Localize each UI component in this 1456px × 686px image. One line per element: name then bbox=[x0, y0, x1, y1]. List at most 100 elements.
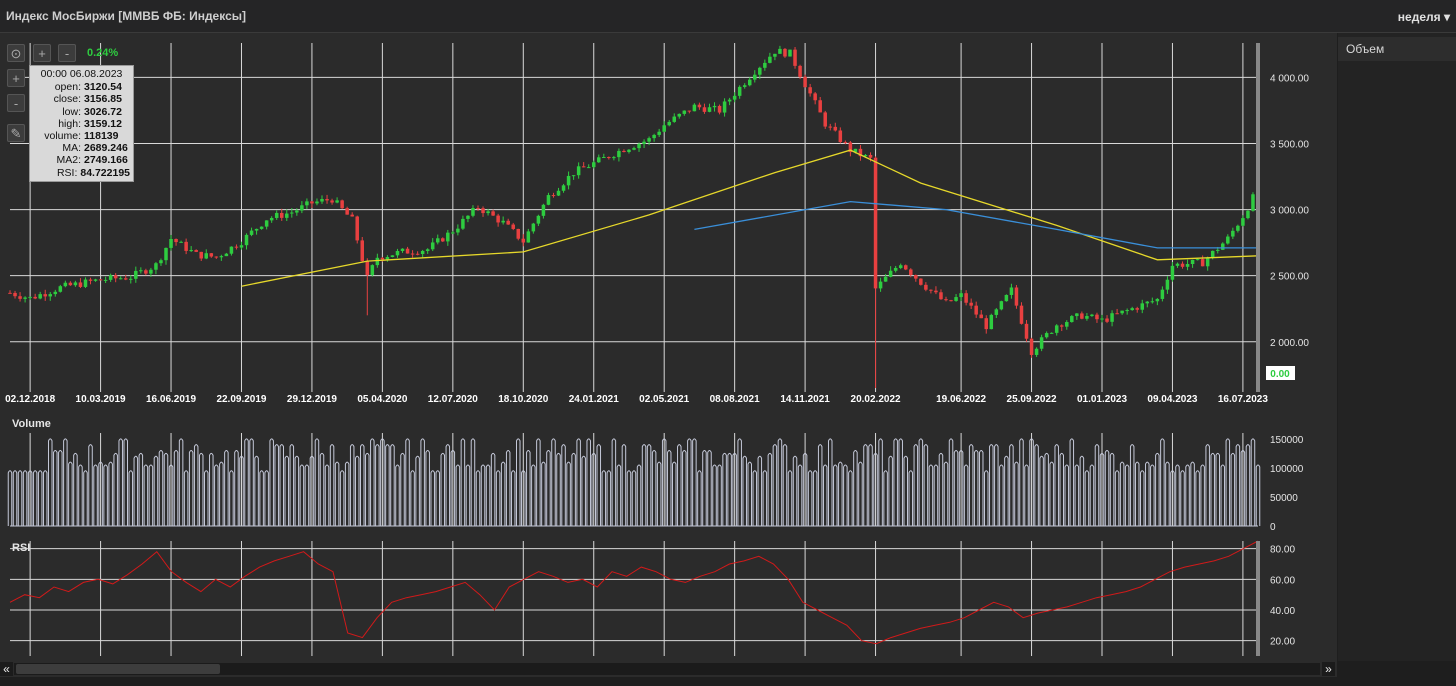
candle-body bbox=[732, 95, 737, 100]
y-tick-label: 2 500.00 bbox=[1270, 272, 1309, 283]
candle-body bbox=[1200, 259, 1205, 267]
candle-body bbox=[526, 231, 531, 243]
x-tick-label: 16.06.2019 bbox=[146, 394, 196, 405]
candle-body bbox=[536, 215, 541, 224]
candle-body bbox=[873, 157, 878, 289]
candle-body bbox=[430, 242, 435, 250]
candle-body bbox=[244, 234, 249, 246]
candle-body bbox=[259, 226, 264, 229]
candle-body bbox=[994, 309, 999, 315]
candle-body bbox=[345, 208, 349, 215]
candle-body bbox=[375, 257, 380, 266]
title-bar: Индекс МосБиржи [ММВБ ФБ: Индексы] недел… bbox=[0, 0, 1456, 33]
tooltip-key: high: bbox=[58, 117, 81, 130]
x-tick-label: 19.06.2022 bbox=[936, 394, 986, 405]
candle-body bbox=[1130, 308, 1134, 311]
candle-body bbox=[737, 86, 742, 96]
horizontal-scrollbar[interactable]: « » bbox=[0, 661, 1337, 677]
candle-body bbox=[929, 289, 933, 291]
x-tick-label: 16.07.2023 bbox=[1218, 394, 1268, 405]
candle-body bbox=[571, 175, 576, 177]
draw-tool-button[interactable]: ✎ bbox=[7, 124, 25, 142]
candle-body bbox=[808, 87, 812, 94]
candle-body bbox=[1160, 289, 1165, 299]
candle-body bbox=[974, 305, 978, 315]
candle-body bbox=[88, 279, 93, 281]
candle-body bbox=[591, 162, 596, 168]
period-select[interactable]: неделя ▾ bbox=[1398, 10, 1450, 24]
candle-body bbox=[516, 228, 521, 239]
zoom-in-button[interactable]: + bbox=[33, 44, 51, 62]
candle-body bbox=[1110, 313, 1114, 322]
candle-body bbox=[823, 112, 827, 127]
x-tick-label: 02.12.2018 bbox=[5, 394, 55, 405]
x-tick-label: 29.12.2019 bbox=[287, 394, 337, 405]
x-tick-label: 02.05.2021 bbox=[639, 394, 689, 405]
candle-body bbox=[169, 238, 173, 248]
candle-body bbox=[1231, 230, 1235, 237]
tooltip-value: 3026.72 bbox=[84, 105, 122, 118]
pencil-icon: ✎ bbox=[10, 126, 22, 141]
rsi-tick-label: 20.00 bbox=[1270, 637, 1295, 648]
candle-body bbox=[768, 56, 772, 63]
candle-body bbox=[13, 292, 17, 297]
volume-tick-label: 150000 bbox=[1270, 435, 1304, 446]
tooltip-value: 2689.246 bbox=[84, 142, 128, 155]
candle-body bbox=[1049, 332, 1054, 334]
chart-title: Индекс МосБиржи [ММВБ ФБ: Индексы] bbox=[6, 9, 246, 23]
candle-body bbox=[919, 278, 923, 285]
chart-svg[interactable]: 02.12.2018 10.03.2019 16.06.2019 22.09.2019… bbox=[0, 33, 1337, 661]
y-zoom-in-button[interactable]: + bbox=[7, 69, 25, 87]
candle-body bbox=[934, 290, 938, 293]
zoom-out-button[interactable]: - bbox=[58, 44, 76, 62]
candle-body bbox=[1039, 337, 1044, 349]
volume-tab[interactable]: Объем bbox=[1338, 37, 1456, 61]
tooltip-row: volume: 118139 bbox=[33, 130, 130, 142]
candle-body bbox=[400, 248, 405, 252]
candle-body bbox=[984, 318, 989, 330]
candle-body bbox=[93, 279, 98, 281]
scrollbar-thumb[interactable] bbox=[16, 664, 220, 674]
candle-body bbox=[83, 279, 88, 287]
candle-body bbox=[33, 296, 37, 299]
tooltip-key: RSI: bbox=[56, 166, 78, 179]
candle-body bbox=[989, 314, 994, 330]
candle-body bbox=[159, 260, 163, 264]
scroll-right-icon[interactable]: » bbox=[1322, 662, 1335, 676]
x-tick-label: 20.02.2022 bbox=[851, 394, 901, 405]
candle-body bbox=[818, 100, 822, 113]
candle-body bbox=[687, 110, 692, 112]
candle-body bbox=[672, 116, 677, 122]
x-tick-label: 09.04.2023 bbox=[1147, 394, 1197, 405]
candle-body bbox=[405, 248, 410, 254]
candle-body bbox=[556, 190, 561, 196]
candle-body bbox=[652, 134, 656, 139]
candle-body bbox=[1100, 318, 1104, 320]
candle-body bbox=[828, 126, 833, 128]
candle-body bbox=[898, 265, 903, 268]
candle-body bbox=[58, 286, 63, 292]
candle-body bbox=[682, 110, 687, 114]
tooltip-value: 3159.12 bbox=[84, 117, 122, 130]
candle-body bbox=[1155, 298, 1160, 302]
candle-body bbox=[1251, 194, 1255, 211]
reset-zoom-button[interactable]: ⊙ bbox=[7, 44, 25, 62]
x-tick-label: 01.01.2023 bbox=[1077, 394, 1127, 405]
candle-body bbox=[773, 53, 777, 57]
candle-body bbox=[269, 217, 274, 221]
candle-body bbox=[48, 294, 53, 297]
chart-area[interactable]: 02.12.2018 10.03.2019 16.06.2019 22.09.2019… bbox=[0, 33, 1337, 661]
candle-body bbox=[335, 200, 339, 203]
tooltip-key: MA2: bbox=[56, 154, 81, 167]
scroll-left-icon[interactable]: « bbox=[0, 662, 13, 676]
candle-body bbox=[1054, 325, 1059, 333]
candle-body bbox=[501, 220, 505, 223]
candle-body bbox=[1024, 323, 1029, 339]
candle-body bbox=[742, 85, 747, 87]
y-zoom-out-button[interactable]: - bbox=[7, 94, 25, 112]
candle-body bbox=[1105, 318, 1109, 322]
candle-body bbox=[697, 104, 702, 108]
candle-body bbox=[189, 250, 193, 252]
candle-body bbox=[1236, 225, 1240, 231]
candle-body bbox=[1165, 279, 1170, 290]
